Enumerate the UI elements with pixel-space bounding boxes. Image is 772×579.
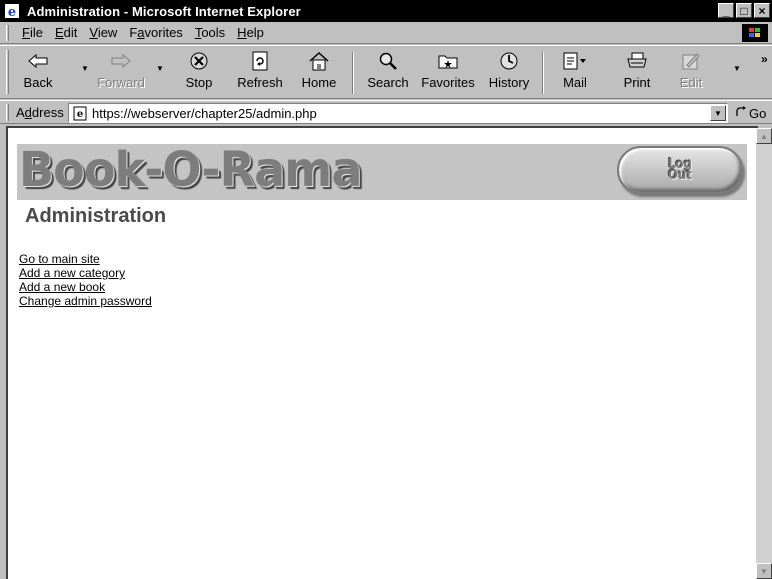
print-button[interactable]: Print	[614, 49, 660, 95]
home-label: Home	[301, 75, 337, 90]
restore-button[interactable]: □	[736, 3, 752, 18]
history-icon	[499, 49, 519, 73]
search-button[interactable]: Search	[362, 49, 414, 95]
favorites-icon	[437, 49, 459, 73]
title-bar: e Administration - Microsoft Internet Ex…	[0, 0, 772, 22]
address-input[interactable]	[92, 105, 692, 121]
forward-button[interactable]: Forward	[92, 49, 150, 95]
address-bar: Address e ▼ Go	[0, 100, 772, 124]
window-title: Administration - Microsoft Internet Expl…	[27, 3, 301, 19]
vertical-scrollbar[interactable]: ▲ ▼	[756, 128, 772, 579]
menu-tools[interactable]: Tools	[189, 25, 231, 40]
menu-help[interactable]: Help	[231, 25, 270, 40]
menu-bar: File Edit View Favorites Tools Help	[0, 22, 772, 44]
back-button[interactable]: Back	[16, 49, 60, 95]
home-icon	[308, 49, 330, 73]
forward-dropdown-icon[interactable]: ▼	[156, 64, 164, 73]
page-viewport: Book-O-Rama Log Out Administration Go to…	[6, 126, 758, 579]
go-label: Go	[749, 105, 767, 121]
back-label: Back	[23, 75, 53, 90]
toolbar-overflow-chevron[interactable]: »	[761, 52, 768, 66]
toolbar-separator	[542, 52, 544, 94]
close-button[interactable]: ×	[754, 3, 770, 18]
mail-button[interactable]: Mail	[552, 49, 598, 95]
back-dropdown-icon[interactable]: ▼	[81, 64, 89, 73]
mail-icon	[562, 49, 588, 73]
address-label: Address	[16, 105, 64, 120]
print-icon	[626, 49, 648, 73]
forward-arrow-icon	[110, 49, 132, 73]
edit-icon	[681, 49, 701, 73]
mail-label: Mail	[563, 75, 587, 90]
history-button[interactable]: History	[484, 49, 534, 95]
back-arrow-icon	[27, 49, 49, 73]
svg-text:e: e	[76, 109, 82, 120]
favorites-label: Favorites	[421, 75, 475, 90]
menu-file[interactable]: File	[16, 25, 49, 40]
menu-edit[interactable]: Edit	[49, 25, 83, 40]
link-add-book[interactable]: Add a new book	[19, 280, 152, 294]
go-arrow-icon	[734, 105, 748, 122]
standard-toolbar: Back ▼ Forward ▼ Stop Refresh Home Searc…	[0, 45, 772, 99]
forward-label: Forward	[97, 75, 145, 90]
toolbar-grip[interactable]	[6, 50, 9, 94]
address-box: e ▼	[68, 103, 728, 123]
favorites-button[interactable]: Favorites	[418, 49, 478, 95]
refresh-icon	[251, 49, 269, 73]
menu-favorites[interactable]: Favorites	[123, 25, 188, 40]
address-dropdown-icon[interactable]: ▼	[710, 105, 726, 121]
search-icon	[378, 49, 398, 73]
link-add-category[interactable]: Add a new category	[19, 266, 152, 280]
scroll-up-icon[interactable]: ▲	[756, 128, 772, 144]
menu-grip[interactable]	[6, 25, 9, 41]
stop-button[interactable]: Stop	[176, 49, 222, 95]
refresh-label: Refresh	[237, 75, 283, 90]
refresh-button[interactable]: Refresh	[231, 49, 289, 95]
windows-logo-icon	[742, 24, 768, 42]
menu-view[interactable]: View	[83, 25, 123, 40]
logout-label: Log Out	[668, 157, 692, 183]
stop-icon	[189, 49, 209, 73]
link-main-site[interactable]: Go to main site	[19, 252, 152, 266]
logout-button[interactable]: Log Out	[617, 146, 743, 194]
site-banner: Book-O-Rama Log Out	[17, 142, 747, 200]
admin-link-list: Go to main site Add a new category Add a…	[19, 252, 152, 308]
search-label: Search	[367, 75, 409, 90]
site-logo[interactable]: Book-O-Rama	[19, 142, 362, 198]
history-label: History	[488, 75, 530, 90]
minimize-button[interactable]: _	[718, 3, 734, 18]
edit-button[interactable]: Edit	[673, 49, 709, 95]
home-button[interactable]: Home	[296, 49, 342, 95]
edit-dropdown-icon[interactable]: ▼	[733, 64, 741, 73]
page-title: Administration	[25, 205, 167, 227]
go-button[interactable]: Go	[734, 104, 766, 122]
link-change-password[interactable]: Change admin password	[19, 294, 152, 308]
page-icon: e	[72, 105, 88, 121]
toolbar-separator	[352, 52, 354, 94]
print-label: Print	[623, 75, 651, 90]
stop-label: Stop	[185, 75, 213, 90]
address-grip[interactable]	[6, 104, 9, 121]
edit-label: Edit	[679, 75, 703, 90]
svg-text:e: e	[8, 5, 16, 19]
scroll-down-icon[interactable]: ▼	[756, 563, 772, 579]
ie-logo-icon: e	[3, 2, 21, 20]
